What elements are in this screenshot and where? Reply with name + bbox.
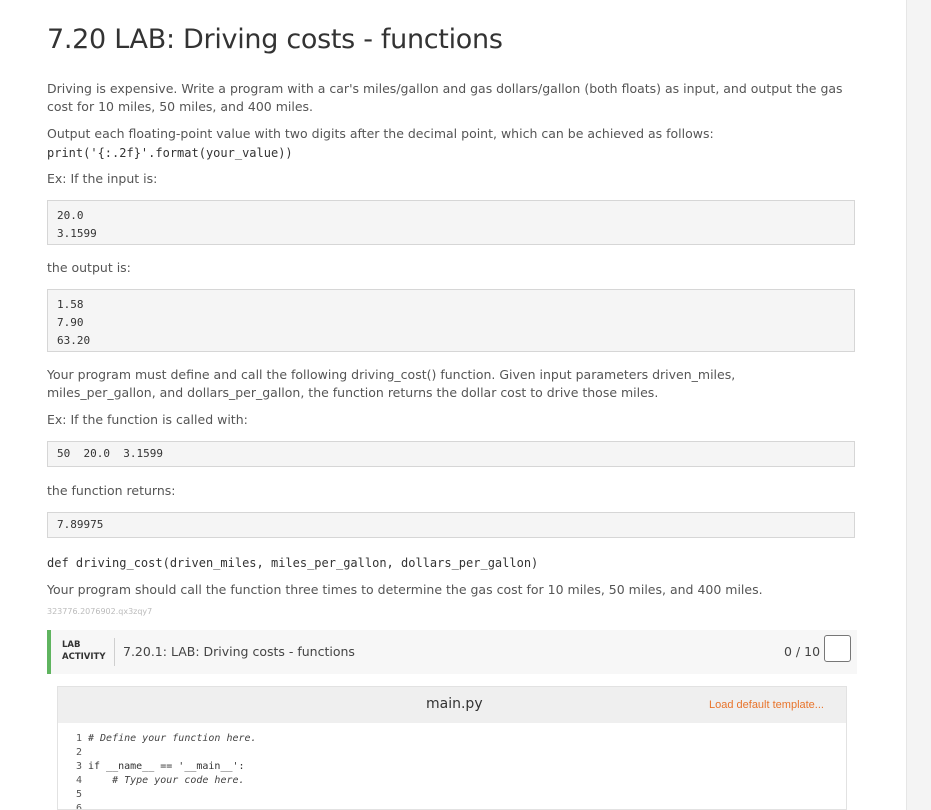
line-code[interactable]: # Define your function here.	[88, 732, 257, 746]
editor-line[interactable]: 4 # Type your code here.	[58, 774, 846, 788]
load-default-template-link[interactable]: Load default template...	[709, 699, 824, 711]
line-number: 3	[75, 761, 82, 772]
line-number: 6	[75, 803, 82, 810]
lab-divider	[114, 638, 115, 666]
lab-score: 0 / 10	[784, 644, 821, 659]
example-output-line: 7.90	[57, 316, 84, 329]
editor-line[interactable]: 5	[58, 788, 846, 802]
editor-body[interactable]: 1 # Define your function here. 2 3 if __…	[58, 732, 846, 810]
ex-call-label: Ex: If the function is called with:	[47, 412, 248, 427]
lab-activity-tag: LAB ACTIVITY	[62, 639, 105, 663]
editor-line[interactable]: 3 if __name__ == '__main__':	[58, 760, 846, 774]
example-output-box: 1.58 7.90 63.20	[47, 289, 855, 352]
page-title: 7.20 LAB: Driving costs - functions	[47, 24, 503, 55]
example-output-line: 63.20	[57, 334, 91, 347]
intro-paragraph: Driving is expensive. Write a program wi…	[47, 81, 843, 114]
line-number: 4	[75, 775, 82, 786]
function-call-line: 50 20.0 3.1599	[57, 447, 163, 460]
lab-title: 7.20.1: LAB: Driving costs - functions	[123, 644, 355, 659]
activity-id: 323776.2076902.qx3zqy7	[47, 607, 153, 616]
output-label: the output is:	[47, 260, 131, 275]
example-input-line: 3.1599	[57, 227, 97, 240]
editor-header: main.py Load default template...	[58, 687, 846, 723]
line-code[interactable]: # Type your code here.	[88, 774, 244, 788]
completion-checkbox-icon	[824, 635, 851, 662]
lab-activity-header: LAB ACTIVITY 7.20.1: LAB: Driving costs …	[47, 630, 857, 674]
function-call-box: 50 20.0 3.1599	[47, 441, 855, 467]
line-number: 1	[75, 733, 82, 744]
editor-line[interactable]: 6	[58, 802, 846, 810]
line-code[interactable]: if __name__ == '__main__':	[88, 760, 245, 774]
example-output-line: 1.58	[57, 298, 84, 311]
call-three-paragraph: Your program should call the function th…	[47, 582, 763, 597]
lab-tag-line: ACTIVITY	[62, 652, 106, 662]
page-scrollbar[interactable]	[906, 0, 931, 810]
format-paragraph: Output each floating-point value with tw…	[47, 126, 714, 141]
example-input-box: 20.0 3.1599	[47, 200, 855, 245]
editor-filename: main.py	[426, 696, 483, 712]
editor-line[interactable]: 1 # Define your function here.	[58, 732, 846, 746]
function-signature: def driving_cost(driven_miles, miles_per…	[47, 556, 539, 570]
lab-tag-line: LAB	[62, 640, 81, 650]
lab-content: 7.20 LAB: Driving costs - functions Driv…	[0, 0, 906, 810]
function-returns-box: 7.89975	[47, 512, 855, 538]
format-code: print('{:.2f}'.format(your_value))	[47, 146, 293, 160]
function-paragraph: Your program must define and call the fo…	[47, 367, 736, 400]
ex-input-label: Ex: If the input is:	[47, 171, 158, 186]
code-editor[interactable]: main.py Load default template... 1 # Def…	[57, 686, 847, 810]
line-number: 2	[75, 747, 82, 758]
example-input-line: 20.0	[57, 209, 84, 222]
function-returns-line: 7.89975	[57, 518, 104, 531]
line-number: 5	[75, 789, 82, 800]
returns-label: the function returns:	[47, 483, 176, 498]
editor-line[interactable]: 2	[58, 746, 846, 760]
